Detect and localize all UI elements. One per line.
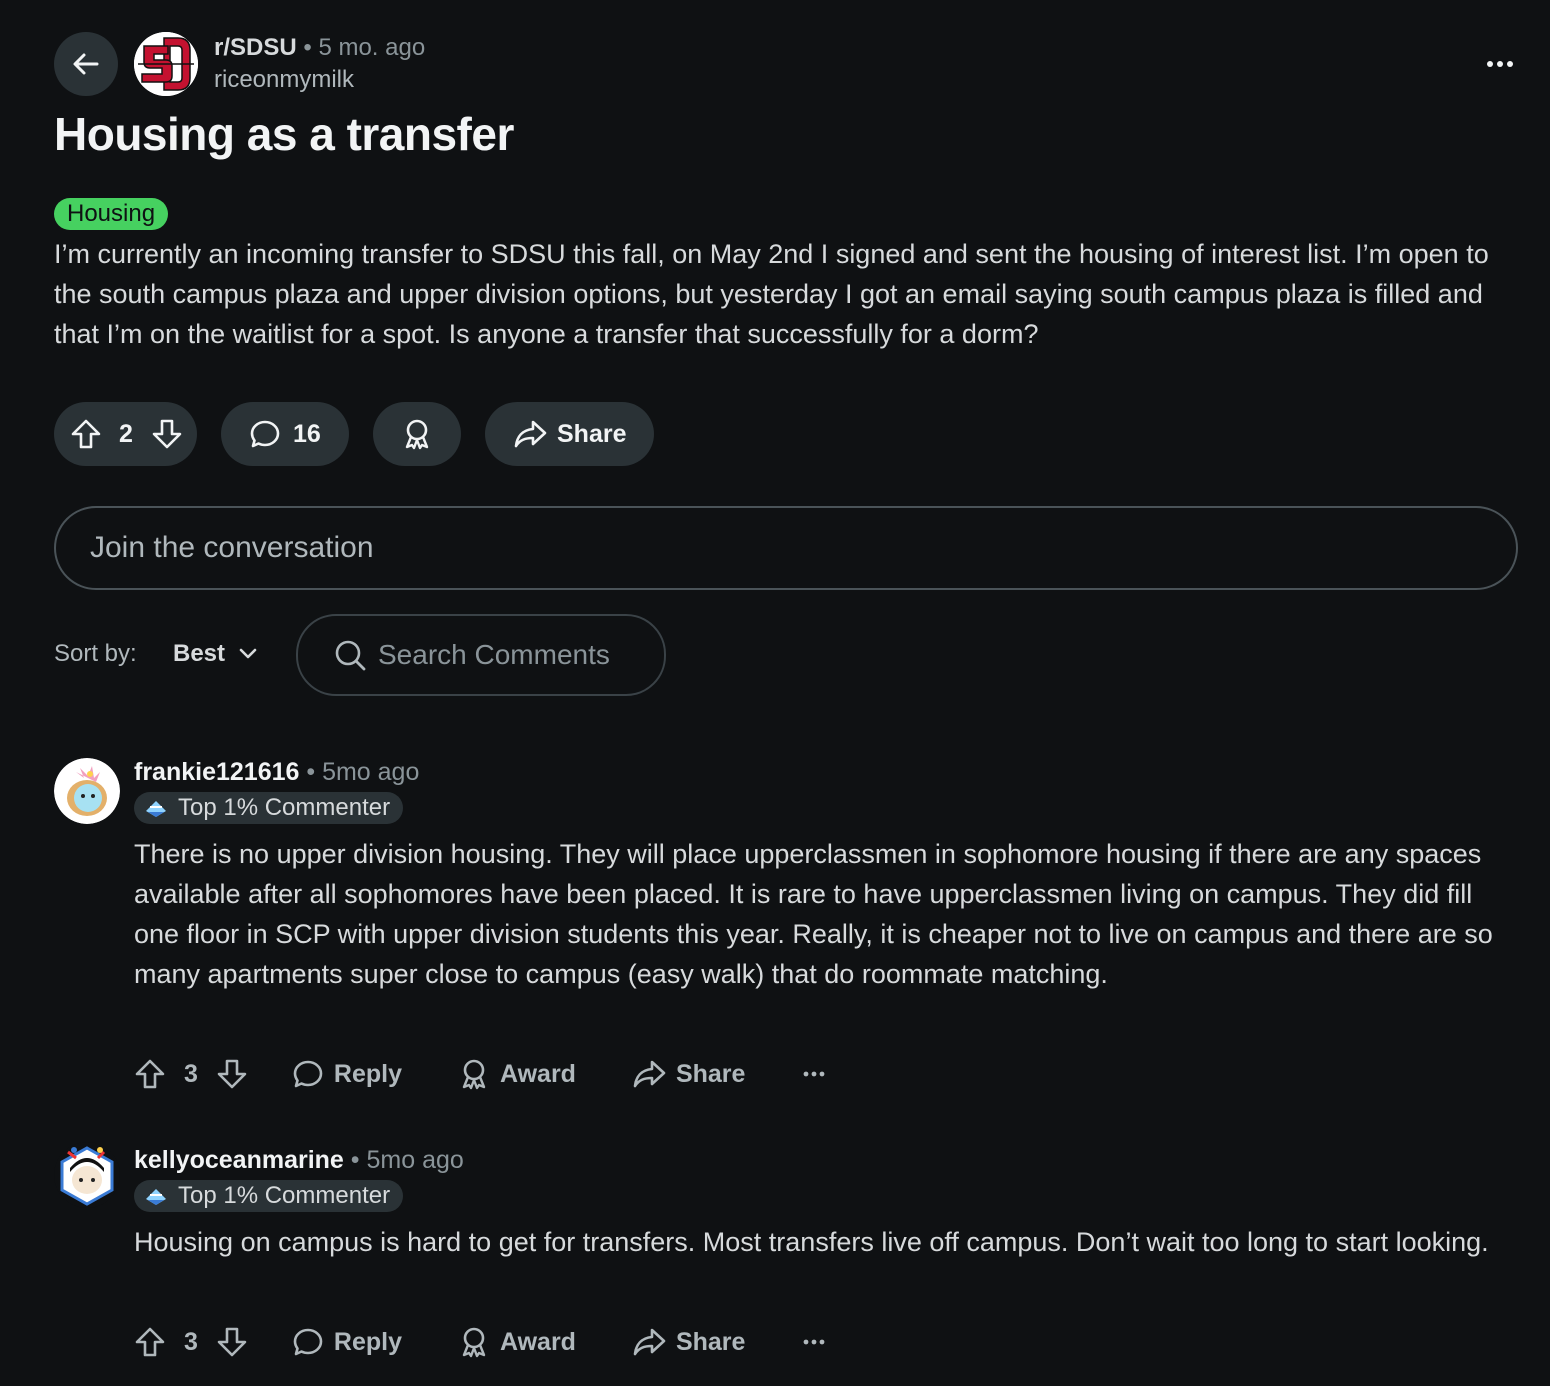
comment-avatar[interactable] bbox=[54, 1142, 120, 1208]
reply-button[interactable]: Reply bbox=[292, 1058, 402, 1090]
badge-label: Top 1% Commenter bbox=[178, 794, 391, 821]
share-label: Share bbox=[557, 419, 627, 448]
subreddit-avatar[interactable] bbox=[134, 32, 198, 96]
award-button[interactable]: Award bbox=[458, 1326, 576, 1358]
sort-dropdown[interactable]: Best bbox=[173, 638, 257, 670]
search-comments-box[interactable] bbox=[296, 614, 666, 696]
arrow-left-icon bbox=[70, 48, 102, 80]
comments-button[interactable]: 16 bbox=[221, 402, 349, 466]
award-icon bbox=[458, 1058, 490, 1090]
comment-username[interactable]: frankie121616 bbox=[134, 758, 299, 786]
meta-separator: • bbox=[306, 758, 316, 786]
share-label: Share bbox=[675, 1327, 746, 1356]
reply-label: Reply bbox=[333, 1327, 402, 1356]
share-button[interactable]: Share bbox=[485, 402, 654, 466]
downvote-icon[interactable] bbox=[216, 1058, 248, 1090]
award-icon bbox=[401, 418, 433, 450]
upvote-icon[interactable] bbox=[134, 1058, 166, 1090]
comment-bubble-icon bbox=[292, 1326, 324, 1358]
meta-separator: • bbox=[303, 34, 312, 61]
post-title: Housing as a transfer bbox=[54, 108, 514, 160]
more-horizontal-icon bbox=[1486, 60, 1514, 68]
vote-count: 2 bbox=[119, 419, 133, 448]
comment-header: frankie121616 • 5mo ago bbox=[134, 756, 419, 788]
sdsu-logo-icon bbox=[134, 32, 198, 96]
post-page: r/SDSU • 5 mo. ago riceonmymilk Housing … bbox=[0, 0, 1550, 1386]
share-arrow-icon bbox=[632, 1326, 666, 1358]
upvote-icon[interactable] bbox=[70, 418, 102, 450]
comment-vote-count: 3 bbox=[184, 1059, 198, 1088]
comment-bubble-icon bbox=[249, 418, 281, 450]
back-button[interactable] bbox=[54, 32, 118, 96]
snoo-avatar-icon bbox=[54, 758, 120, 824]
comment-avatar[interactable] bbox=[54, 758, 120, 824]
comment-vote-count: 3 bbox=[184, 1327, 198, 1356]
share-arrow-icon bbox=[632, 1058, 666, 1090]
comment-actions: 3 Reply Award Share bbox=[134, 1054, 825, 1094]
chevron-down-icon bbox=[239, 648, 257, 660]
award-label: Award bbox=[500, 1059, 576, 1088]
search-comments-input[interactable] bbox=[366, 639, 658, 671]
snoo-avatar-icon bbox=[54, 1142, 120, 1208]
downvote-icon[interactable] bbox=[216, 1326, 248, 1358]
comment-username[interactable]: kellyoceanmarine bbox=[134, 1146, 344, 1174]
commenter-badge[interactable]: Top 1% Commenter bbox=[134, 1180, 404, 1212]
meta-separator: • bbox=[350, 1146, 360, 1174]
award-label: Award bbox=[500, 1327, 576, 1356]
post-author[interactable]: riceonmymilk bbox=[214, 64, 354, 96]
award-button[interactable]: Award bbox=[458, 1058, 576, 1090]
sort-label: Sort by: bbox=[54, 640, 137, 667]
award-button[interactable] bbox=[373, 402, 461, 466]
share-label: Share bbox=[675, 1059, 746, 1088]
share-button[interactable]: Share bbox=[632, 1326, 745, 1358]
comment-composer[interactable] bbox=[54, 506, 1518, 590]
more-horizontal-icon[interactable] bbox=[803, 1071, 825, 1077]
badge-label: Top 1% Commenter bbox=[178, 1182, 391, 1209]
top-commenter-icon bbox=[144, 797, 168, 819]
downvote-icon[interactable] bbox=[151, 418, 183, 450]
post-meta-line: r/SDSU • 5 mo. ago bbox=[214, 32, 425, 64]
comment-age: 5mo ago bbox=[322, 758, 420, 786]
more-options-button[interactable] bbox=[1478, 48, 1522, 80]
comment-age: 5mo ago bbox=[366, 1146, 464, 1174]
comment-bubble-icon bbox=[292, 1058, 324, 1090]
comment-actions: 3 Reply Award Share bbox=[134, 1322, 825, 1362]
comment-body: There is no upper division housing. They… bbox=[134, 839, 1493, 989]
comment-count: 16 bbox=[293, 419, 321, 448]
award-icon bbox=[458, 1326, 490, 1358]
search-icon bbox=[334, 639, 366, 671]
top-commenter-icon bbox=[144, 1185, 168, 1207]
post-age: 5 mo. ago bbox=[318, 34, 426, 61]
comment-body: Housing on campus is hard to get for tra… bbox=[134, 1227, 1489, 1257]
commenter-badge[interactable]: Top 1% Commenter bbox=[134, 792, 404, 824]
sort-value: Best bbox=[173, 640, 226, 667]
post-body: I’m currently an incoming transfer to SD… bbox=[54, 239, 1489, 349]
post-flair[interactable]: Housing bbox=[54, 198, 169, 230]
join-conversation-input[interactable] bbox=[56, 508, 1470, 588]
subreddit-name[interactable]: r/SDSU bbox=[214, 34, 297, 61]
share-arrow-icon bbox=[513, 418, 547, 450]
more-horizontal-icon[interactable] bbox=[803, 1339, 825, 1345]
vote-control: 2 bbox=[54, 402, 197, 466]
reply-button[interactable]: Reply bbox=[292, 1326, 402, 1358]
share-button[interactable]: Share bbox=[632, 1058, 745, 1090]
upvote-icon[interactable] bbox=[134, 1326, 166, 1358]
comment-header: kellyoceanmarine • 5mo ago bbox=[134, 1144, 464, 1176]
reply-label: Reply bbox=[333, 1059, 402, 1088]
